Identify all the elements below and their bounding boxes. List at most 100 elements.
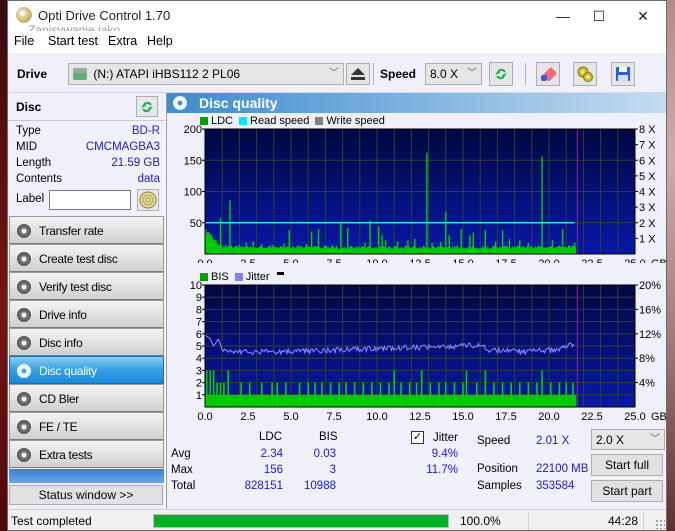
fe-te-icon — [17, 420, 31, 434]
y-right-tick-label: 5 X — [639, 171, 656, 183]
y-tick-label: 4 — [196, 353, 202, 365]
toolbar-separator — [525, 63, 526, 85]
refresh-icon — [141, 101, 153, 112]
nav-label: Disc info — [39, 336, 83, 350]
disc-quality-icon — [17, 364, 31, 378]
refresh-icon — [495, 68, 507, 80]
max-label: Max — [171, 464, 193, 476]
disc-label-input[interactable] — [49, 190, 131, 210]
menu-help[interactable]: Help — [147, 34, 173, 48]
y-right-tick-label: 1 X — [639, 233, 656, 245]
disc-mid-key: MID — [16, 141, 38, 153]
minimize-button[interactable]: — — [548, 5, 578, 27]
panel-title: Disc quality — [199, 95, 278, 111]
chevron-down-icon: ﹀ — [329, 68, 339, 79]
col-ldc-header: LDC — [259, 431, 283, 443]
y-tick-label: 5 — [196, 341, 202, 353]
title-bar: Opti Drive Control 1.70 Zapisywanie jako… — [8, 1, 666, 31]
disc-label-button[interactable] — [137, 189, 159, 211]
y-right-tick-label: 2 X — [639, 218, 656, 230]
speed-label: Speed — [380, 67, 417, 81]
nav-label: FE / TE — [39, 420, 78, 434]
y-right-tick-label: 6 X — [639, 155, 656, 167]
y-right-tick-label: 3 X — [639, 202, 656, 214]
extra-tests-icon — [17, 448, 31, 462]
y-tick-label: 200 — [184, 124, 202, 136]
status-divider — [528, 512, 529, 530]
nav-drive-info[interactable]: Drive info — [9, 300, 164, 328]
window-title: Opti Drive Control 1.70 — [38, 8, 171, 23]
nav-disc-quality[interactable]: Disc quality — [9, 356, 164, 384]
y-tick-label: 3 — [196, 365, 202, 377]
test-speed-select[interactable]: 2.0 X ﹀ — [591, 429, 665, 450]
gears-icon — [577, 66, 593, 82]
refresh-button[interactable] — [489, 62, 513, 86]
col-bis-header: BIS — [319, 431, 338, 443]
x-tick-label: 10.0 — [366, 258, 387, 263]
nav-extra-tests[interactable]: Extra tests — [9, 440, 164, 468]
x-tick-label: 22.5 — [581, 258, 602, 263]
drive-select[interactable]: (N:) ATAPI iHBS112 2 PL06 ﹀ — [68, 63, 344, 85]
eject-button[interactable] — [346, 63, 370, 85]
y-right-tick-label: 16% — [639, 304, 661, 316]
speed-select[interactable]: 8.0 X ﹀ — [425, 63, 482, 85]
progress-fill — [154, 515, 448, 527]
status-bar: Test completed 100.0% 44:28 — [8, 509, 666, 530]
status-divider — [643, 512, 644, 530]
x-tick-label: 12.5 — [409, 411, 430, 423]
disc-length-value: 21.59 GB — [111, 157, 160, 169]
y-right-tick-label: 4 X — [639, 187, 656, 199]
status-window-button[interactable]: Status window >> — [9, 485, 163, 505]
y-tick-label: 1 — [196, 390, 202, 402]
eraser-icon — [541, 67, 557, 81]
menu-file[interactable]: File — [14, 34, 34, 48]
save-button[interactable] — [611, 62, 635, 86]
start-part-button[interactable]: Start part — [591, 480, 663, 502]
nav-cd-bler[interactable]: CD Bler — [9, 384, 164, 412]
disc-quality-icon — [173, 96, 187, 110]
maximize-button[interactable]: ☐ — [584, 5, 614, 27]
x-tick-label: 22.5 — [581, 411, 602, 423]
x-tick-label: 10.0 — [366, 411, 387, 423]
jitter-checkbox[interactable]: ✓ — [411, 431, 424, 444]
resize-grip-icon[interactable] — [655, 519, 665, 529]
checkmark-icon: ✓ — [412, 431, 423, 443]
nav-fe-te[interactable]: FE / TE — [9, 412, 164, 440]
nav-create-test-disc[interactable]: Create test disc — [9, 244, 164, 272]
test-speed-select-value: 2.0 X — [596, 433, 625, 447]
disc-label-row: Label — [16, 193, 52, 209]
disc-length-key: Length — [16, 157, 52, 169]
start-full-button[interactable]: Start full — [591, 454, 663, 476]
options-button[interactable] — [573, 62, 597, 86]
disc-icon — [139, 191, 157, 209]
x-tick-label: 7.5 — [326, 258, 341, 263]
disc-contents-row: Contents data — [16, 173, 160, 189]
progress-bar — [153, 514, 449, 528]
y-right-tick-label: 4% — [639, 378, 655, 390]
nav-label: Drive info — [39, 308, 87, 322]
disc-label-key: Label — [16, 193, 45, 205]
disc-type-value: BD-R — [131, 125, 160, 137]
nav-label: Verify test disc — [39, 280, 112, 294]
close-button[interactable]: ✕ — [628, 5, 658, 27]
disc-refresh-button[interactable] — [136, 96, 158, 117]
x-tick-label: 15.0 — [452, 411, 473, 423]
menu-extra[interactable]: Extra — [108, 34, 137, 48]
erase-button[interactable] — [536, 62, 560, 86]
toolbar-separator — [373, 63, 374, 85]
y-tick-label: 50 — [190, 218, 202, 230]
menu-start-test[interactable]: Start test — [48, 34, 98, 48]
x-tick-label: 2.5 — [240, 411, 255, 423]
nav-label: Extra tests — [39, 448, 93, 462]
nav-label: CD Bler — [39, 392, 79, 406]
test-nav: Transfer rate Create test disc Verify te… — [9, 216, 164, 483]
avg-ldc-value: 2.34 — [260, 448, 283, 460]
nav-transfer-rate[interactable]: Transfer rate — [9, 216, 164, 244]
disc-type-row: Type BD-R — [16, 125, 160, 141]
disc-quality-panel: Disc quality LDC Read speed Write speed … — [166, 93, 666, 509]
nav-disc-info[interactable]: Disc info — [9, 328, 164, 356]
app-window: Opti Drive Control 1.70 Zapisywanie jako… — [7, 0, 667, 531]
x-tick-label: 20.0 — [538, 258, 559, 263]
nav-verify-test-disc[interactable]: Verify test disc — [9, 272, 164, 300]
speed-stat-label: Speed — [477, 435, 511, 447]
